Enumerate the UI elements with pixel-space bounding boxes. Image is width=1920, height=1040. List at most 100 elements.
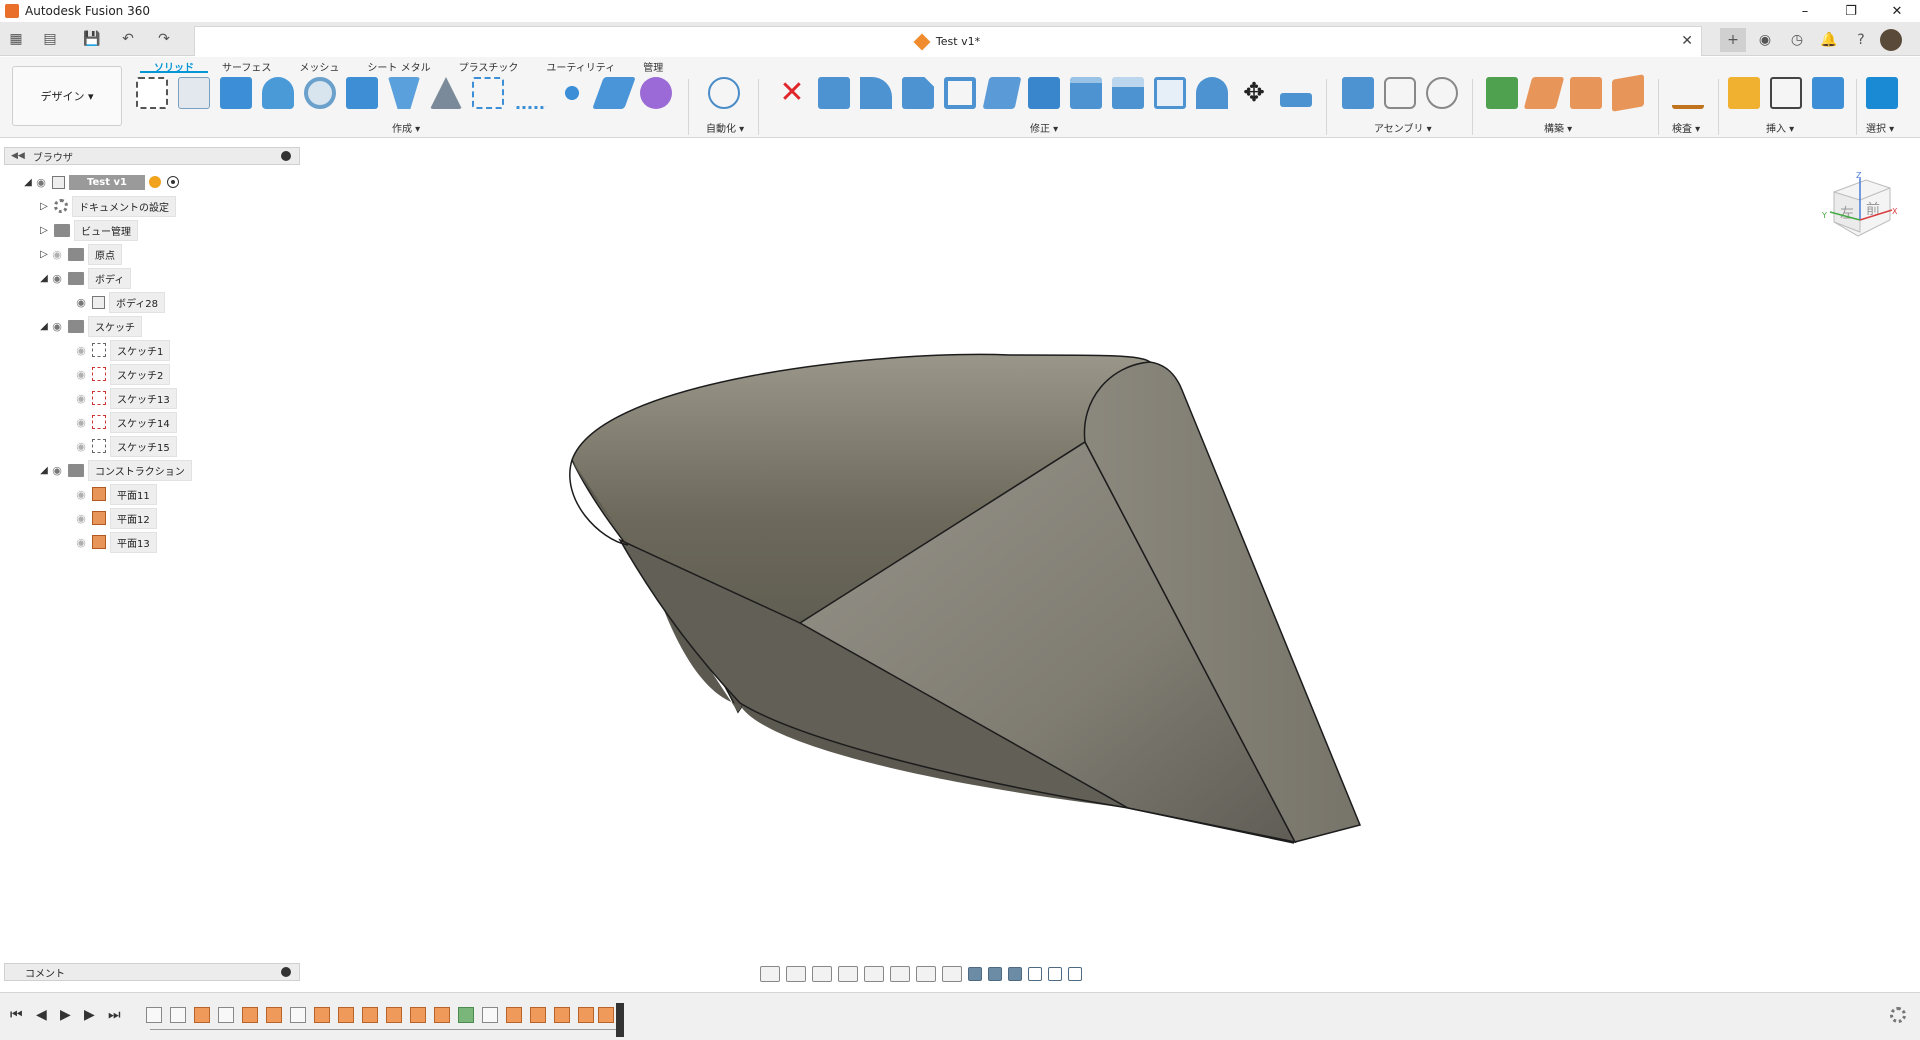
- timeline-plane-feature[interactable]: [458, 1007, 474, 1023]
- add-comment-icon[interactable]: [281, 967, 291, 977]
- timeline-settings-gear-icon[interactable]: [1890, 1007, 1906, 1023]
- align-icon[interactable]: [1280, 93, 1312, 107]
- visual-style-hidden-edges-icon[interactable]: [1008, 967, 1022, 981]
- replace-face-icon[interactable]: [1112, 77, 1144, 109]
- visual-style-wireframe-icon[interactable]: [1028, 967, 1042, 981]
- notifications-icon[interactable]: 🔔: [1816, 28, 1842, 52]
- joint-icon[interactable]: [1384, 77, 1416, 109]
- timeline-plane-feature[interactable]: [266, 1007, 282, 1023]
- automate-icon[interactable]: [708, 77, 740, 109]
- timeline-back-icon[interactable]: ◀: [36, 1007, 47, 1023]
- inspect-group-label[interactable]: 検査 ▾: [1672, 120, 1700, 135]
- timeline-start-icon[interactable]: ⏮: [10, 1007, 23, 1023]
- press-pull-icon[interactable]: [818, 77, 850, 109]
- timeline-sketch-feature[interactable]: [170, 1007, 186, 1023]
- thicken-icon[interactable]: [592, 77, 636, 109]
- timeline-loft-feature[interactable]: [598, 1007, 614, 1023]
- fit-icon[interactable]: [864, 966, 884, 982]
- timeline-combine-feature[interactable]: [530, 1007, 546, 1023]
- timeline-sketch-feature[interactable]: [290, 1007, 306, 1023]
- workspace-switcher-button[interactable]: デザイン ▾: [12, 66, 122, 126]
- timeline-loft-feature[interactable]: [506, 1007, 522, 1023]
- insert-group-label[interactable]: 挿入 ▾: [1766, 120, 1794, 135]
- select-icon[interactable]: [1866, 77, 1898, 109]
- select-group-label[interactable]: 選択 ▾: [1866, 120, 1894, 135]
- pan-icon[interactable]: [812, 966, 832, 982]
- viewport-canvas[interactable]: [0, 140, 1920, 960]
- automate-group-label[interactable]: 自動化 ▾: [706, 120, 744, 135]
- create-group-label[interactable]: 作成 ▾: [392, 120, 420, 135]
- hole-icon[interactable]: [304, 77, 336, 109]
- timeline-play-icon[interactable]: ▶: [60, 1007, 71, 1023]
- timeline-end-icon[interactable]: ⏭: [108, 1007, 121, 1023]
- orbit-icon[interactable]: [760, 966, 780, 982]
- visual-style-shaded-icon[interactable]: [968, 967, 982, 981]
- delete-icon[interactable]: ✕: [776, 77, 808, 109]
- visual-style-wire-hidden-icon[interactable]: [1048, 967, 1062, 981]
- tab-mesh[interactable]: メッシュ: [285, 59, 353, 74]
- avatar[interactable]: [1880, 29, 1902, 51]
- plane-at-angle-icon[interactable]: [1523, 77, 1565, 109]
- draft-icon[interactable]: [982, 77, 1022, 109]
- timeline-sketch-feature[interactable]: [482, 1007, 498, 1023]
- viewcube[interactable]: 左 前 Z X Y: [1820, 170, 1898, 248]
- canvas-icon[interactable]: [1812, 77, 1844, 109]
- timeline-loft-feature[interactable]: [386, 1007, 402, 1023]
- timeline-forward-icon[interactable]: ▶: [84, 1007, 95, 1023]
- rectangular-pattern-icon[interactable]: [472, 77, 504, 109]
- timeline-loft-feature[interactable]: [410, 1007, 426, 1023]
- close-window-button[interactable]: ✕: [1874, 0, 1920, 22]
- revolve-icon[interactable]: [262, 77, 294, 109]
- grid-settings-icon[interactable]: [916, 966, 936, 982]
- tab-plastic[interactable]: プラスチック: [445, 59, 533, 74]
- scale-icon[interactable]: [1028, 77, 1060, 109]
- create-sketch-icon[interactable]: [136, 77, 168, 109]
- construct-group-label[interactable]: 構築 ▾: [1544, 120, 1572, 135]
- zoom-icon[interactable]: [838, 966, 858, 982]
- move-copy-icon[interactable]: ✥: [1238, 77, 1270, 109]
- offset-plane-icon[interactable]: [1486, 77, 1518, 109]
- apps-grid-icon[interactable]: ▦: [4, 28, 28, 50]
- chamfer-icon[interactable]: [902, 77, 934, 109]
- tab-solid[interactable]: ソリッド: [140, 59, 208, 74]
- tangent-plane-icon[interactable]: [1570, 77, 1602, 109]
- undo-icon[interactable]: ↶: [116, 28, 140, 50]
- close-tab-icon[interactable]: ✕: [1681, 33, 1693, 49]
- create-base-feature-icon[interactable]: [640, 77, 672, 109]
- tab-manage[interactable]: 管理: [629, 59, 677, 74]
- redo-icon[interactable]: ↷: [152, 28, 176, 50]
- timeline-loft-feature[interactable]: [338, 1007, 354, 1023]
- insert-mesh-icon[interactable]: [1770, 77, 1802, 109]
- restore-button[interactable]: ❐: [1828, 0, 1874, 22]
- tab-sheet-metal[interactable]: シート メタル: [353, 59, 444, 74]
- box-icon[interactable]: [346, 77, 378, 109]
- comments-panel-header[interactable]: コメント: [4, 963, 300, 981]
- visual-style-shaded-edges-icon[interactable]: [988, 967, 1002, 981]
- mirror-icon[interactable]: [430, 77, 462, 109]
- motion-link-icon[interactable]: [1426, 77, 1458, 109]
- timeline-plane-feature[interactable]: [242, 1007, 258, 1023]
- timeline-loft-feature[interactable]: [434, 1007, 450, 1023]
- combine-icon[interactable]: [1070, 77, 1102, 109]
- loft-icon[interactable]: [388, 77, 420, 109]
- timeline-loft-feature[interactable]: [554, 1007, 570, 1023]
- tab-utilities[interactable]: ユーティリティ: [532, 59, 629, 74]
- midplane-icon[interactable]: [1612, 74, 1644, 112]
- pattern-on-path-icon[interactable]: [514, 77, 546, 109]
- visual-style-wire-visible-icon[interactable]: [1068, 967, 1082, 981]
- help-icon[interactable]: ?: [1848, 28, 1874, 52]
- timeline-loft-feature[interactable]: [362, 1007, 378, 1023]
- viewcube-left-label[interactable]: 左: [1840, 206, 1854, 222]
- timeline-sketch-feature[interactable]: [146, 1007, 162, 1023]
- file-menu-icon[interactable]: ▤: [38, 28, 62, 50]
- document-tab[interactable]: Test v1* ✕: [194, 26, 1702, 56]
- viewports-icon[interactable]: [942, 966, 962, 982]
- timeline-loft-feature[interactable]: [314, 1007, 330, 1023]
- fillet-icon[interactable]: [860, 77, 892, 109]
- display-settings-icon[interactable]: [890, 966, 910, 982]
- tab-surface[interactable]: サーフェス: [208, 59, 285, 74]
- job-status-icon[interactable]: ◷: [1784, 28, 1810, 52]
- new-tab-icon[interactable]: +: [1720, 28, 1746, 52]
- shell-icon[interactable]: [944, 77, 976, 109]
- minimize-button[interactable]: –: [1782, 0, 1828, 22]
